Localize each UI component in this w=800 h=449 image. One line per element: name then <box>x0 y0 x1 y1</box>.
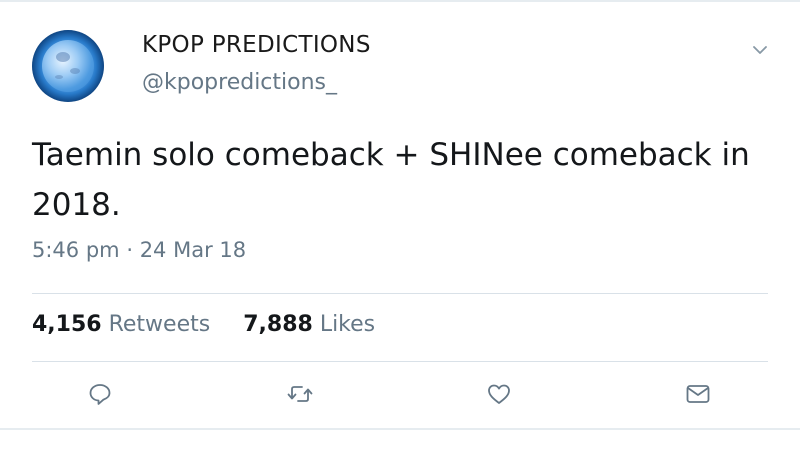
reply-icon <box>89 384 111 405</box>
user-handle[interactable]: @kpopredictions_ <box>142 70 337 95</box>
chevron-down-icon[interactable] <box>750 40 770 60</box>
divider <box>32 361 768 362</box>
avatar[interactable] <box>32 30 104 102</box>
tweet-stats: 4,156 Retweets 7,888 Likes <box>32 312 375 337</box>
retweet-icon <box>287 386 313 402</box>
direct-message-button[interactable] <box>684 380 712 408</box>
envelope-icon <box>686 385 710 403</box>
tweet-time: 5:46 pm <box>32 238 120 262</box>
tweet-timestamp[interactable]: 5:46 pm · 24 Mar 18 <box>32 238 246 262</box>
reply-button[interactable] <box>86 380 114 408</box>
likes-count: 7,888 <box>243 312 313 337</box>
tweet-date: 24 Mar 18 <box>139 238 247 262</box>
retweet-button[interactable] <box>286 380 314 408</box>
display-name[interactable]: KPOP PREDICTIONS <box>142 32 371 58</box>
retweets-stat[interactable]: 4,156 Retweets <box>32 312 210 337</box>
retweets-label: Retweets <box>108 312 211 337</box>
like-button[interactable] <box>485 380 513 408</box>
timestamp-separator: · <box>126 238 133 262</box>
heart-icon <box>488 384 510 404</box>
retweets-count: 4,156 <box>32 312 102 337</box>
tweet-text: Taemin solo comeback + SHINee comeback i… <box>32 137 750 223</box>
likes-label: Likes <box>319 312 376 337</box>
tweet-card: KPOP PREDICTIONS @kpopredictions_ Taemin… <box>0 0 800 449</box>
divider <box>32 293 768 294</box>
likes-stat[interactable]: 7,888 Likes <box>243 312 375 337</box>
bottom-border <box>0 428 800 430</box>
